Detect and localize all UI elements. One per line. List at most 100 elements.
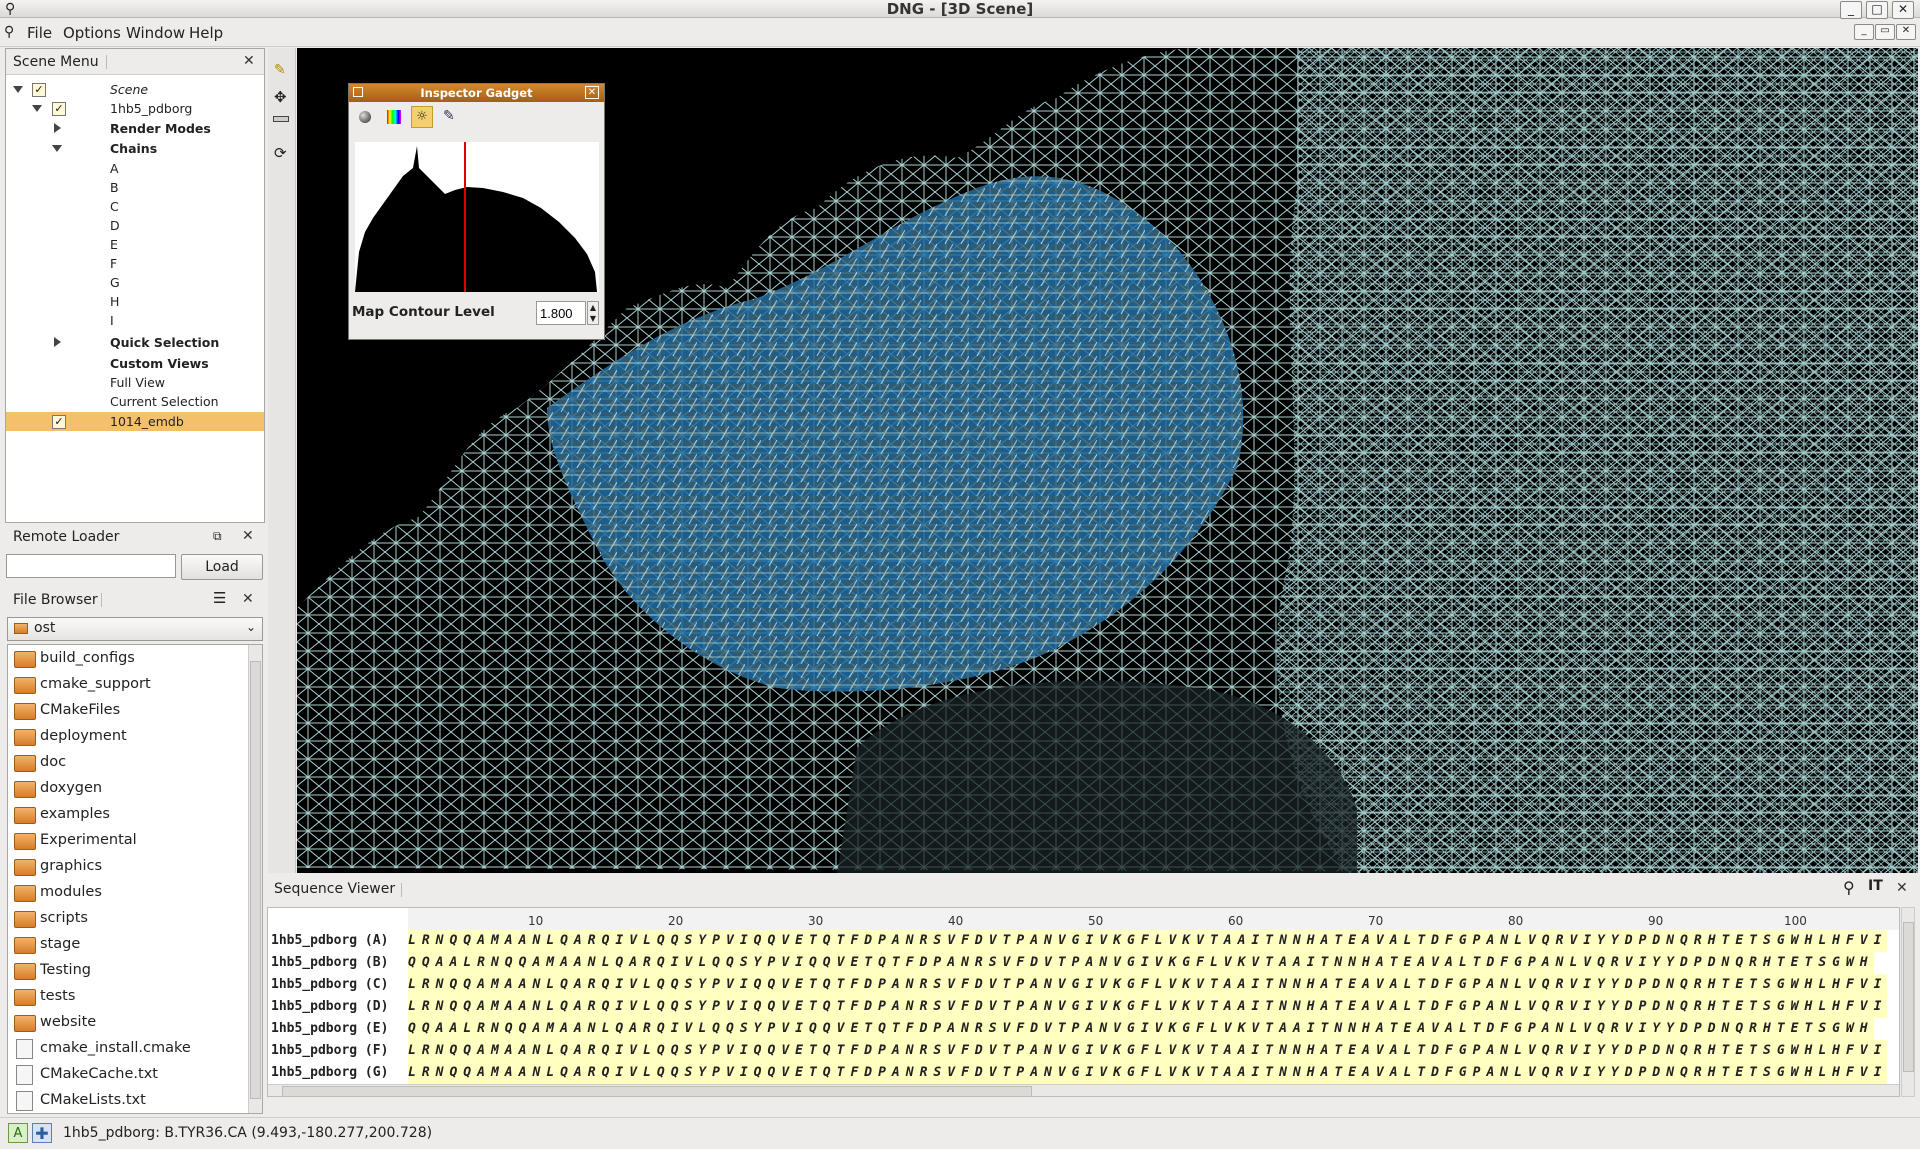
inspector-gadget-titlebar: Inspector Gadget ✕: [349, 84, 604, 102]
measure-tool-icon[interactable]: [273, 116, 289, 122]
color-spectrum-icon[interactable]: [387, 110, 401, 124]
expand-right-icon[interactable]: [54, 123, 61, 133]
tree-item-chain-c[interactable]: C: [6, 197, 264, 216]
ruler-number: 80: [1508, 914, 1524, 928]
select-tool-icon[interactable]: ✎: [274, 62, 286, 78]
sequence-row[interactable]: 1hb5_pdborg (A) LRNQQAMAANLQARQIVLQQSYPV…: [268, 930, 1899, 952]
tree-item-label: E: [110, 237, 118, 252]
sequence-residues[interactable]: LRNQQAMAANLQARQIVLQQSYPVIQQVETQTFDPANRSV…: [408, 1040, 1888, 1062]
sequence-residues[interactable]: LRNQQAMAANLQARQIVLQQSYPVIQQVETQTFDPANRSV…: [408, 1062, 1888, 1084]
sequence-residues[interactable]: LRNQQAMAANLQARQIVLQQSYPVIQQVETQTFDPANRSV…: [408, 996, 1888, 1018]
folder-icon: [14, 963, 36, 980]
tree-item-chain-h[interactable]: H: [6, 292, 264, 311]
add-icon[interactable]: ✚: [32, 1123, 52, 1143]
tree-item-label: C: [110, 199, 119, 214]
tree-item-chain-e[interactable]: E: [6, 235, 264, 254]
menu-help[interactable]: Help: [189, 23, 223, 43]
tree-item-chains[interactable]: Chains: [6, 139, 264, 158]
sequence-residues[interactable]: QQAALRNQQAMAANLQARQIVLQQSYPVIQQVETQTFDPA…: [408, 1018, 1874, 1040]
contour-level-spinner[interactable]: ▲ ▼: [587, 301, 599, 325]
sequence-row[interactable]: 1hb5_pdborg (B) QQAALRNQQAMAANLQARQIVLQQ…: [268, 952, 1899, 974]
sequence-viewer-panel: Sequence Viewer ⚲ IT ✕ 10 20 30 40 50 60…: [267, 875, 1918, 1118]
inspector-close-icon[interactable]: ✕: [585, 86, 599, 99]
tree-item-full-view[interactable]: Full View: [6, 373, 264, 392]
checkbox-checked-icon[interactable]: ✓: [52, 415, 66, 429]
sequence-residues[interactable]: QQAALRNQQAMAANLQARQIVLQQSYPVIQQVETQTFDPA…: [408, 952, 1874, 974]
sequence-row[interactable]: 1hb5_pdborg (E) QQAALRNQQAMAANLQARQIVLQQ…: [268, 1018, 1899, 1040]
path-select[interactable]: ost ⌄: [7, 617, 263, 641]
sequence-row[interactable]: 1hb5_pdborg (F) LRNQQAMAANLQARQIVLQQSYPV…: [268, 1040, 1899, 1062]
mdi-minimize-button[interactable]: _: [1854, 24, 1874, 40]
list-item-label: Testing: [40, 962, 91, 978]
tree-item-1014-emdb[interactable]: ✓ 1014_emdb: [6, 412, 264, 431]
expand-right-icon[interactable]: [54, 337, 61, 347]
file-list: build_configs cmake_support CMakeFiles d…: [7, 644, 263, 1114]
tree-item-quick-selection[interactable]: Quick Selection: [6, 333, 264, 352]
scrollbar-thumb[interactable]: [250, 661, 261, 1099]
chevron-down-icon[interactable]: ⌄: [246, 620, 256, 634]
sequence-row[interactable]: 1hb5_pdborg (D) LRNQQAMAANLQARQIVLQQSYPV…: [268, 996, 1899, 1018]
light-bulb-icon[interactable]: ☼: [411, 106, 433, 128]
move-tool-icon[interactable]: ✥: [274, 88, 287, 106]
expand-down-icon[interactable]: [32, 105, 42, 112]
tree-item-label: I: [110, 313, 114, 328]
rotate-tool-icon[interactable]: ⟳: [274, 144, 287, 162]
list-item-label: cmake_install.cmake: [40, 1040, 191, 1056]
tree-item-current-selection[interactable]: Current Selection: [6, 392, 264, 411]
sequence-row[interactable]: 1hb5_pdborg (G) LRNQQAMAANLQARQIVLQQSYPV…: [268, 1062, 1899, 1084]
horizontal-scrollbar[interactable]: [268, 1084, 1899, 1096]
tree-item-render-modes[interactable]: Render Modes: [6, 119, 264, 138]
sequence-row[interactable]: 1hb5_pdborg (C) LRNQQAMAANLQARQIVLQQSYPV…: [268, 974, 1899, 996]
scrollbar-thumb[interactable]: [1903, 922, 1914, 1072]
tree-item-chain-f[interactable]: F: [6, 254, 264, 273]
load-button[interactable]: Load: [181, 554, 263, 580]
tree-item-chain-a[interactable]: A: [6, 159, 264, 178]
minimize-button[interactable]: _: [1840, 1, 1862, 19]
mdi-restore-button[interactable]: ▭: [1875, 24, 1895, 40]
sequence-residues[interactable]: LRNQQAMAANLQARQIVLQQSYPVIQQVETQTFDPANRSV…: [408, 974, 1888, 996]
folder-icon: [14, 781, 36, 798]
sequence-area[interactable]: 10 20 30 40 50 60 70 80 90 100 1hb5_pdbo…: [267, 907, 1900, 1097]
maximize-button[interactable]: □: [1866, 1, 1888, 19]
status-text: 1hb5_pdborg: B.TYR36.CA (9.493,-180.277,…: [63, 1125, 433, 1141]
scene-menu-close-icon[interactable]: ✕: [243, 53, 255, 69]
folder-icon: [14, 885, 36, 902]
expand-down-icon[interactable]: [13, 86, 23, 93]
scrollbar-thumb[interactable]: [282, 1086, 1032, 1096]
tree-item-chain-g[interactable]: G: [6, 273, 264, 292]
file-list-scrollbar[interactable]: [248, 645, 262, 1113]
close-button[interactable]: ✕: [1892, 1, 1914, 19]
remote-loader-input[interactable]: [6, 554, 176, 578]
menu-lines-icon[interactable]: ☰: [213, 589, 226, 607]
histogram-plot[interactable]: [355, 142, 599, 292]
tree-item-chain-b[interactable]: B: [6, 178, 264, 197]
sphere-icon[interactable]: [359, 111, 371, 123]
list-item-label: scripts: [40, 910, 88, 926]
checkbox-checked-icon[interactable]: ✓: [32, 83, 46, 97]
float-panel-icon[interactable]: ⧉: [213, 529, 222, 544]
tree-item-custom-views[interactable]: Custom Views: [6, 354, 264, 373]
menu-window[interactable]: Window: [126, 23, 185, 43]
text-format-icon[interactable]: IT: [1868, 878, 1883, 894]
contour-level-input[interactable]: [536, 301, 586, 325]
expand-down-icon[interactable]: [52, 145, 62, 152]
window-menu-icon[interactable]: [353, 87, 363, 97]
file-browser-close-icon[interactable]: ✕: [242, 591, 254, 607]
tree-item-scene[interactable]: ✓ Scene: [6, 80, 264, 99]
tree-item-label: G: [110, 275, 120, 290]
remote-loader-close-icon[interactable]: ✕: [242, 528, 254, 544]
tree-item-chain-i[interactable]: I: [6, 311, 264, 330]
menu-file[interactable]: File: [27, 23, 52, 43]
sequence-viewer-close-icon[interactable]: ✕: [1896, 880, 1908, 896]
menu-options[interactable]: Options: [63, 23, 121, 43]
tree-item-chain-d[interactable]: D: [6, 216, 264, 235]
sequence-residues[interactable]: LRNQQAMAANLQARQIVLQQSYPVIQQVETQTFDPANRSV…: [408, 930, 1888, 952]
pipette-icon[interactable]: ✎: [443, 108, 455, 124]
folder-icon: [14, 755, 36, 772]
checkbox-checked-icon[interactable]: ✓: [52, 102, 66, 116]
status-a-icon[interactable]: A: [8, 1123, 28, 1143]
mdi-close-button[interactable]: ✕: [1896, 24, 1916, 40]
tree-item-1hb5-pdborg[interactable]: ✓ 1hb5_pdborg: [6, 99, 264, 118]
search-icon[interactable]: ⚲: [1843, 878, 1855, 897]
vertical-scrollbar[interactable]: [1901, 907, 1915, 1097]
